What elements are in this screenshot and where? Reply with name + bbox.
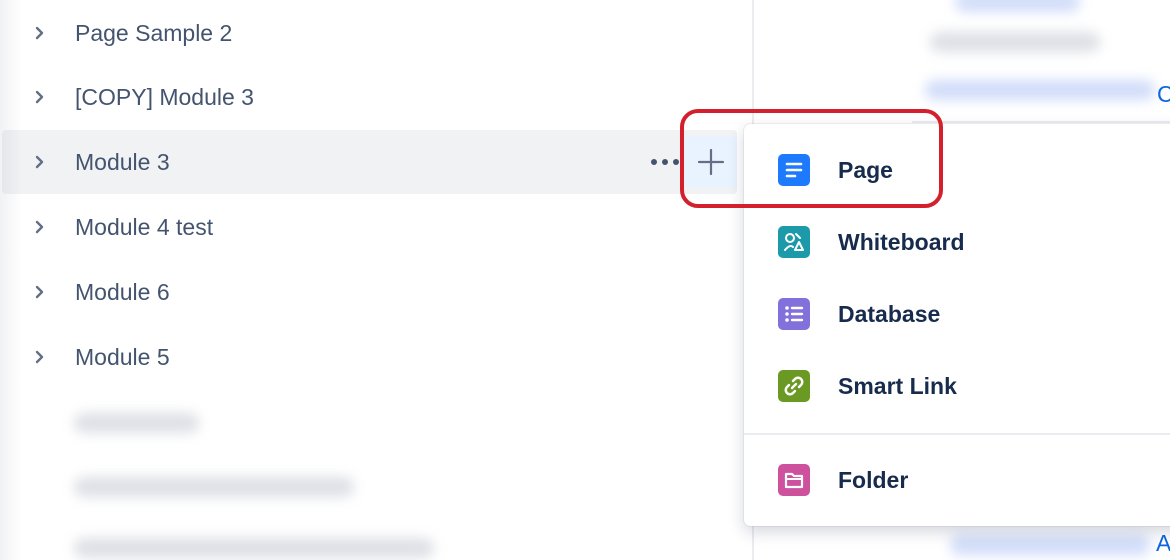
menu-item-folder[interactable]: Folder: [744, 444, 1170, 516]
blurred-link: [950, 535, 1150, 555]
whiteboard-icon: [778, 226, 810, 258]
blurred-tree-item: [74, 413, 199, 433]
blurred-text: [930, 32, 1100, 52]
chevron-right-icon[interactable]: [32, 219, 48, 235]
menu-item-label: Whiteboard: [838, 228, 965, 255]
tree-item-label: Module 4 test: [75, 213, 214, 240]
menu-item-database[interactable]: Database: [744, 278, 1170, 350]
database-icon: [778, 298, 810, 330]
tree-item-module-4-test[interactable]: Module 4 test: [2, 195, 737, 259]
menu-item-label: Folder: [838, 466, 909, 493]
sidebar-edge-shadow: [0, 0, 22, 560]
tree-item-label: Module 3: [75, 148, 170, 175]
blurred-link: [925, 80, 1155, 100]
tree-item-copy-module-3[interactable]: [COPY] Module 3: [2, 65, 737, 129]
chevron-right-icon[interactable]: [32, 284, 48, 300]
smart-link-icon: [778, 370, 810, 402]
tree-item-label: Page Sample 2: [75, 19, 233, 46]
chevron-right-icon[interactable]: [32, 154, 48, 170]
folder-icon: [778, 464, 810, 496]
tree-item-label: Module 6: [75, 278, 170, 305]
page-tree-sidebar: Page Sample 2 [COPY] Module 3 Module 3 M…: [0, 0, 752, 560]
blurred-tree-item: [74, 538, 434, 558]
tree-item-module-6[interactable]: Module 6: [2, 260, 737, 324]
tree-item-module-5[interactable]: Module 5: [2, 325, 737, 389]
tree-item-label: [COPY] Module 3: [75, 83, 254, 110]
chevron-right-icon[interactable]: [32, 349, 48, 365]
tree-item-page-sample-2[interactable]: Page Sample 2: [2, 1, 737, 65]
content-separator: [912, 121, 1170, 123]
more-actions-button[interactable]: [647, 150, 683, 174]
blurred-tree-item: [74, 477, 354, 497]
chevron-right-icon[interactable]: [32, 89, 48, 105]
tree-item-module-3[interactable]: Module 3: [2, 130, 737, 194]
annotation-highlight-box: [680, 109, 943, 208]
edge-text-bottom: A: [1156, 530, 1170, 556]
edge-text-top: C: [1157, 81, 1170, 107]
menu-item-whiteboard[interactable]: Whiteboard: [744, 206, 1170, 278]
menu-item-label: Smart Link: [838, 372, 957, 399]
chevron-right-icon[interactable]: [32, 25, 48, 41]
menu-item-smart-link[interactable]: Smart Link: [744, 350, 1170, 422]
more-icon: [651, 159, 679, 165]
blurred-heading: [955, 0, 1080, 12]
tree-item-label: Module 5: [75, 343, 170, 370]
menu-item-label: Database: [838, 300, 941, 327]
menu-separator: [744, 433, 1170, 435]
